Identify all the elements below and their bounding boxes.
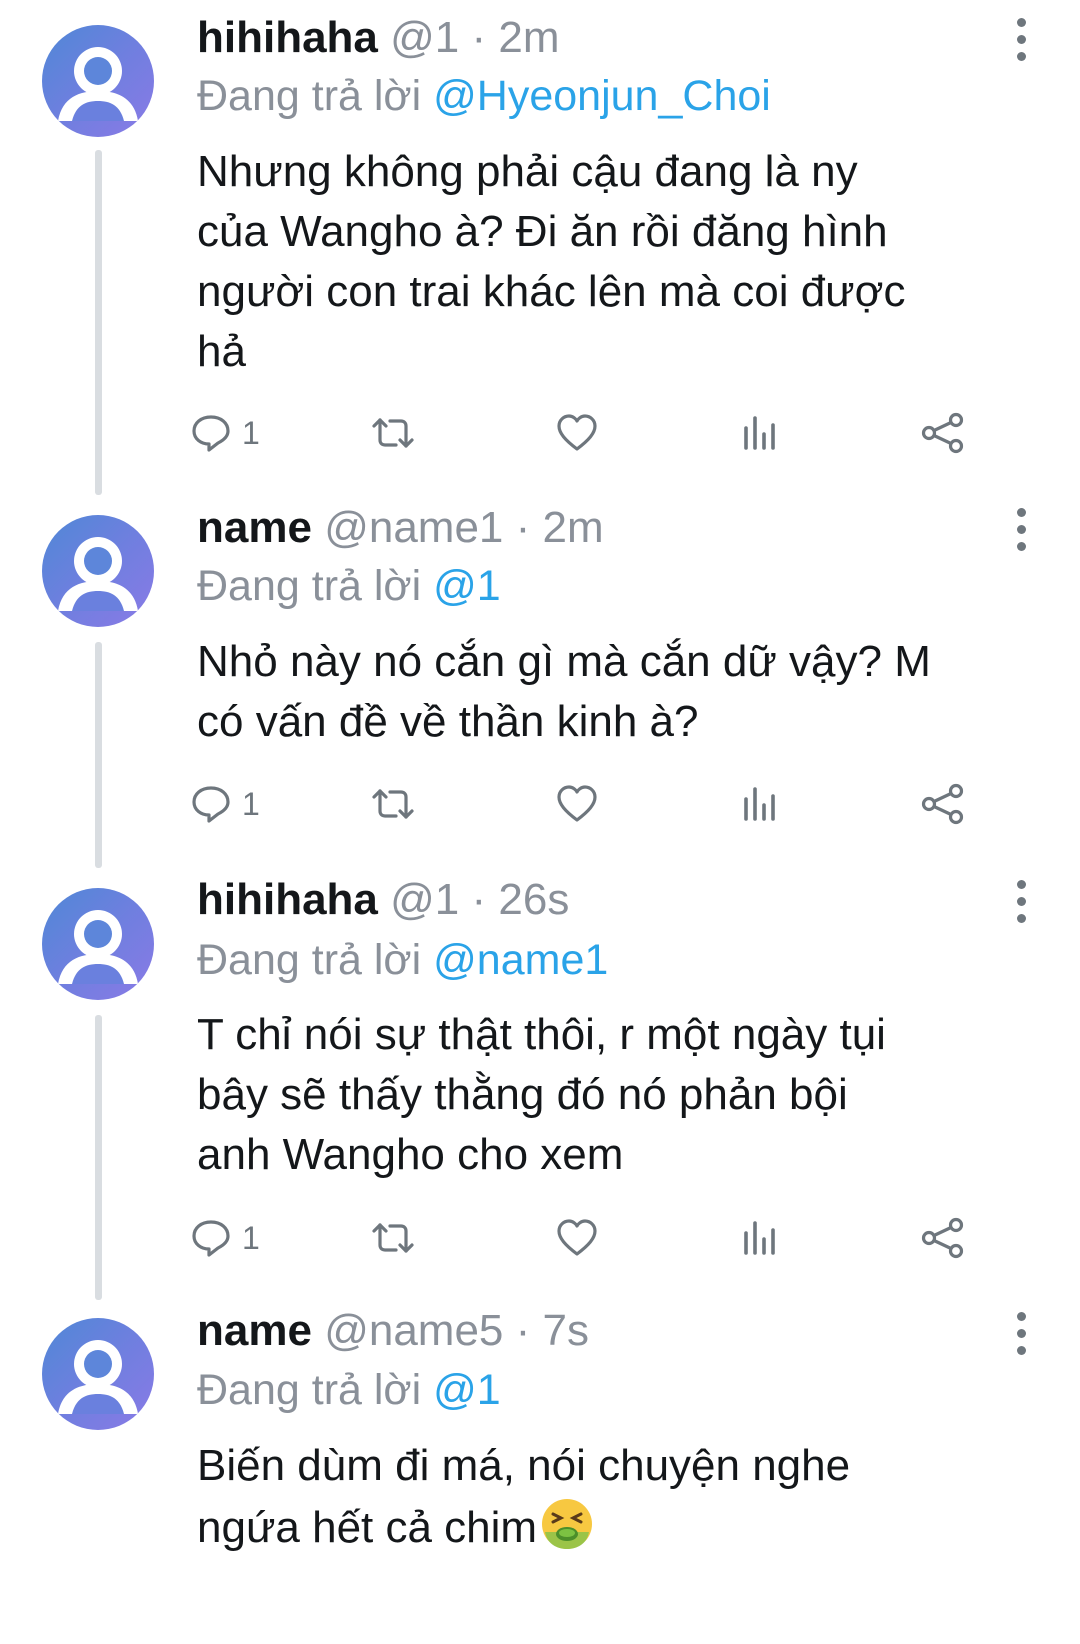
separator-dot: · bbox=[471, 13, 487, 62]
thread-connector-line bbox=[95, 642, 102, 868]
heart-icon bbox=[557, 785, 597, 822]
reply-button[interactable]: 1 bbox=[190, 405, 260, 461]
replying-to: Đang trả lời @1 bbox=[197, 1364, 501, 1416]
tweet-header: hihihaha @1 · 2m bbox=[197, 12, 560, 64]
like-button[interactable] bbox=[555, 405, 599, 461]
share-icon bbox=[921, 783, 964, 825]
reply-icon bbox=[192, 415, 230, 452]
tweet-text: T chỉ nói sự thật thôi, r một ngày tụi b… bbox=[197, 1005, 1057, 1185]
display-name[interactable]: hihihaha bbox=[197, 875, 378, 924]
display-name[interactable]: name bbox=[197, 1306, 312, 1355]
text-line: bây sẽ thấy thằng đó nó phản bội bbox=[197, 1070, 848, 1119]
default-avatar-icon bbox=[58, 537, 138, 611]
analytics-button[interactable] bbox=[740, 405, 780, 461]
tweet-text: Nhưng không phải cậu đang là ny của Wang… bbox=[197, 142, 1057, 382]
text-line: hả bbox=[197, 327, 246, 376]
timestamp[interactable]: 7s bbox=[543, 1306, 589, 1355]
text-line: T chỉ nói sự thật thôi, r một ngày tụi bbox=[197, 1010, 886, 1059]
text-line: người con trai khác lên mà coi được bbox=[197, 267, 906, 316]
avatar[interactable] bbox=[42, 1318, 154, 1430]
separator-dot: · bbox=[515, 503, 531, 552]
replying-to-label: Đang trả lời bbox=[197, 72, 422, 120]
text-line: Nhỏ này nó cắn gì mà cắn dữ vậy? M bbox=[197, 637, 931, 686]
timestamp[interactable]: 26s bbox=[498, 875, 569, 924]
reply-icon bbox=[192, 786, 230, 823]
retweet-icon bbox=[372, 1223, 414, 1253]
text-line: Biến dùm đi má, nói chuyện nghe bbox=[197, 1441, 851, 1490]
display-name[interactable]: name bbox=[197, 503, 312, 552]
share-icon bbox=[921, 1217, 964, 1259]
tweet-header: name @name5 · 7s bbox=[197, 1305, 589, 1357]
text-line: của Wangho à? Đi ăn rồi đăng hình bbox=[197, 207, 888, 256]
retweet-button[interactable] bbox=[369, 776, 417, 832]
tweet-header: hihihaha @1 · 26s bbox=[197, 874, 569, 926]
replying-to-label: Đang trả lời bbox=[197, 562, 422, 610]
retweet-icon bbox=[372, 418, 414, 448]
more-vertical-icon[interactable] bbox=[1014, 1310, 1028, 1360]
mention-link[interactable]: @Hyeonjun_Choi bbox=[433, 72, 771, 120]
replying-to: Đang trả lời @name1 bbox=[197, 934, 608, 986]
text-line: có vấn đề về thần kinh à? bbox=[197, 697, 699, 746]
tweet-actions: 1 bbox=[0, 405, 1080, 461]
tweet-text: Biến dùm đi má, nói chuyện nghe ngứa hết… bbox=[197, 1436, 1057, 1558]
reply-count: 1 bbox=[242, 785, 260, 822]
avatar[interactable] bbox=[42, 25, 154, 137]
text-line: Nhưng không phải cậu đang là ny bbox=[197, 147, 858, 196]
more-vertical-icon[interactable] bbox=[1014, 16, 1028, 66]
share-button[interactable] bbox=[920, 1210, 966, 1266]
mention-link[interactable]: @name1 bbox=[433, 936, 608, 984]
mention-link[interactable]: @1 bbox=[433, 1366, 501, 1414]
analytics-button[interactable] bbox=[740, 776, 780, 832]
tweet-actions: 1 bbox=[0, 1210, 1080, 1266]
user-handle[interactable]: @1 bbox=[390, 13, 459, 62]
analytics-icon bbox=[744, 416, 775, 450]
replying-to: Đang trả lời @1 bbox=[197, 560, 501, 612]
reply-icon bbox=[192, 1220, 230, 1257]
user-handle[interactable]: @1 bbox=[390, 875, 459, 924]
more-vertical-icon[interactable] bbox=[1014, 506, 1028, 556]
replying-to-label: Đang trả lời bbox=[197, 1366, 422, 1414]
share-button[interactable] bbox=[920, 405, 966, 461]
heart-icon bbox=[557, 1219, 597, 1256]
retweet-button[interactable] bbox=[369, 405, 417, 461]
tweet-text: Nhỏ này nó cắn gì mà cắn dữ vậy? M có vấ… bbox=[197, 632, 1057, 752]
like-button[interactable] bbox=[555, 776, 599, 832]
tweet-actions: 1 bbox=[0, 776, 1080, 832]
replying-to: Đang trả lời @Hyeonjun_Choi bbox=[197, 70, 771, 122]
avatar[interactable] bbox=[42, 888, 154, 1000]
text-line: ngứa hết cả chim bbox=[197, 1496, 1057, 1558]
retweet-icon bbox=[372, 789, 414, 819]
avatar[interactable] bbox=[42, 515, 154, 627]
share-icon bbox=[921, 412, 964, 454]
timestamp[interactable]: 2m bbox=[543, 503, 604, 552]
analytics-button[interactable] bbox=[740, 1210, 780, 1266]
more-vertical-icon[interactable] bbox=[1014, 878, 1028, 928]
retweet-button[interactable] bbox=[369, 1210, 417, 1266]
like-button[interactable] bbox=[555, 1210, 599, 1266]
default-avatar-icon bbox=[58, 47, 138, 121]
timestamp[interactable]: 2m bbox=[498, 13, 559, 62]
replying-to-label: Đang trả lời bbox=[197, 936, 422, 984]
separator-dot: · bbox=[515, 1306, 531, 1355]
reply-button[interactable]: 1 bbox=[190, 776, 260, 832]
analytics-icon bbox=[744, 787, 775, 821]
heart-icon bbox=[557, 414, 597, 451]
text-line-content: ngứa hết cả chim bbox=[197, 1503, 538, 1552]
analytics-icon bbox=[744, 1221, 775, 1255]
user-handle[interactable]: @name1 bbox=[324, 503, 503, 552]
separator-dot: · bbox=[471, 875, 487, 924]
share-button[interactable] bbox=[920, 776, 966, 832]
nauseated-face-emoji bbox=[542, 1499, 593, 1549]
reply-button[interactable]: 1 bbox=[190, 1210, 260, 1266]
reply-count: 1 bbox=[242, 1219, 260, 1256]
reply-count: 1 bbox=[242, 414, 260, 451]
default-avatar-icon bbox=[58, 1340, 138, 1414]
user-handle[interactable]: @name5 bbox=[324, 1306, 503, 1355]
tweet-header: name @name1 · 2m bbox=[197, 502, 604, 554]
text-line: anh Wangho cho xem bbox=[197, 1130, 624, 1179]
default-avatar-icon bbox=[58, 910, 138, 984]
display-name[interactable]: hihihaha bbox=[197, 13, 378, 62]
mention-link[interactable]: @1 bbox=[433, 562, 501, 610]
